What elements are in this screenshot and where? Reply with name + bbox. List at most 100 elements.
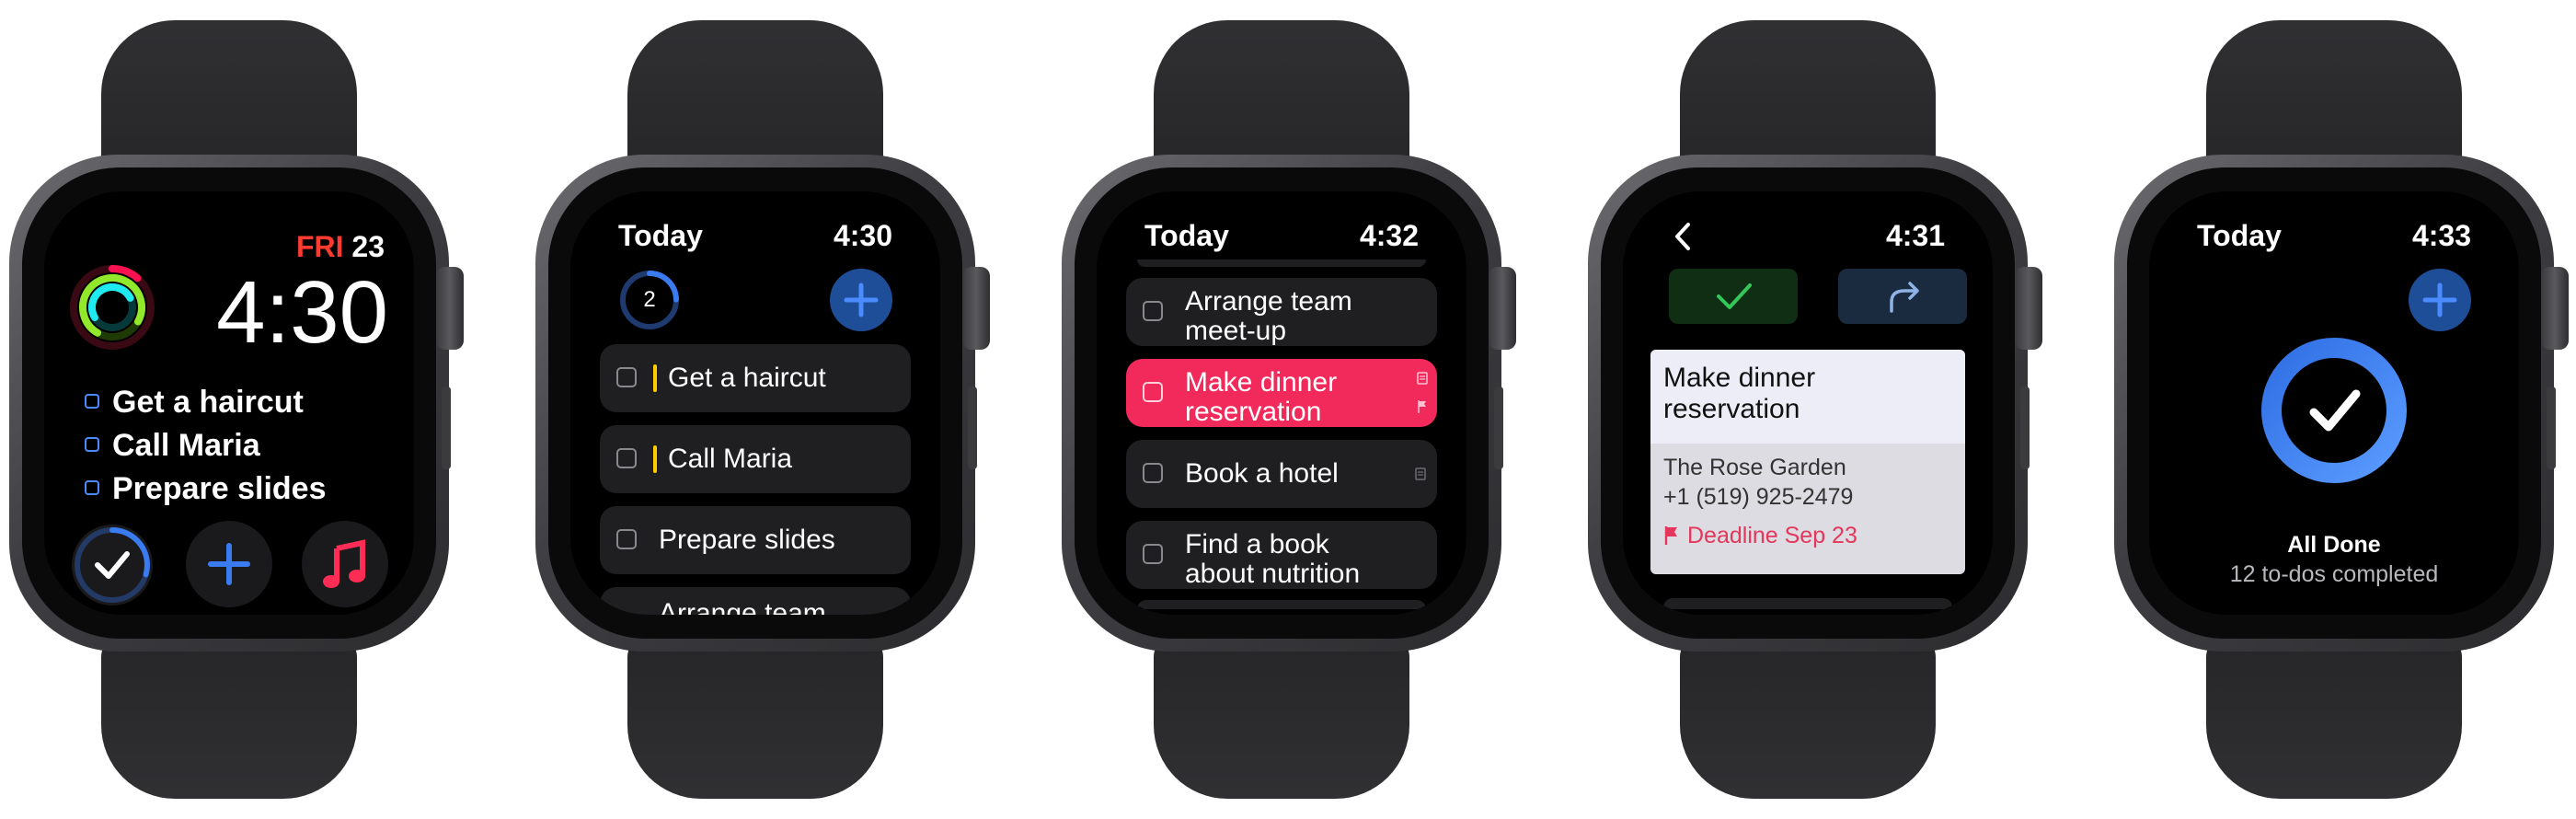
todo-label: Book a hotel xyxy=(1185,458,1339,489)
all-done-screen: Today 4:33 All Done 12 to-dos completed xyxy=(2149,191,2519,615)
side-button[interactable] xyxy=(2020,386,2030,469)
digital-crown[interactable] xyxy=(436,267,464,350)
task-card[interactable]: Make dinner reservation The Rose Garden … xyxy=(1650,350,1965,574)
deadline-flag-icon xyxy=(1664,526,1677,545)
todo-row[interactable]: Get a haircut xyxy=(600,344,911,412)
watch-band-top xyxy=(101,20,357,177)
todo-label: Get a haircut xyxy=(668,363,826,393)
todo-row[interactable]: Book a hotel xyxy=(1126,440,1437,508)
todo-checkbox[interactable] xyxy=(616,529,637,549)
status-time: 4:32 xyxy=(1359,219,1419,252)
task-bullet-icon xyxy=(85,394,99,409)
today-list-screen: Today 4:30 2 Get a haircut Call Maria Pr… xyxy=(570,191,940,615)
task-line: Get a haircut xyxy=(85,385,379,421)
screen-title: Today xyxy=(1144,219,1229,252)
todo-checkbox[interactable] xyxy=(1143,382,1163,402)
scrolled-list-screen: Today 4:32 Arrange team meet-up Make din… xyxy=(1097,191,1466,615)
todo-label: Make dinner reservation xyxy=(1185,367,1338,427)
date-number: 23 xyxy=(351,230,385,263)
weekday-label: FRI xyxy=(295,230,344,263)
music-complication[interactable] xyxy=(302,521,388,607)
task-label: Get a haircut xyxy=(112,385,304,420)
side-button[interactable] xyxy=(968,386,977,469)
watch-band-bottom xyxy=(101,635,357,799)
all-done-subtitle: 12 to-dos completed xyxy=(2229,561,2439,587)
todo-label: Arrange team meet-up xyxy=(1185,286,1352,346)
task-line: Call Maria xyxy=(85,428,379,465)
all-done-device: Today 4:33 All Done 12 to-dos completed xyxy=(2105,0,2569,819)
today-indicator xyxy=(653,445,657,473)
todo-label: Prepare slides xyxy=(659,525,835,555)
task-notes-line: The Rose Garden xyxy=(1663,455,1846,480)
todo-checkbox[interactable] xyxy=(1143,301,1163,321)
music-note-icon xyxy=(323,539,365,588)
todo-label: Arrange team xyxy=(659,598,826,616)
move-button[interactable] xyxy=(1838,269,1967,324)
progress-count: 2 xyxy=(643,287,656,312)
todo-checkbox[interactable] xyxy=(616,448,637,468)
todo-checkbox[interactable] xyxy=(1143,544,1163,564)
today-indicator xyxy=(653,364,657,392)
list-edge xyxy=(1137,600,1426,609)
all-done-title: All Done xyxy=(2287,532,2381,558)
digital-crown[interactable] xyxy=(2015,267,2042,350)
digital-crown[interactable] xyxy=(2541,267,2569,350)
todo-label: Find a book about nutrition xyxy=(1185,529,1361,589)
status-time: 4:31 xyxy=(1885,219,1945,252)
todo-row[interactable]: Prepare slides xyxy=(600,506,911,574)
list-edge xyxy=(1137,260,1426,267)
todo-label: Call Maria xyxy=(668,444,793,474)
todo-row[interactable]: Arrange team meet-up xyxy=(1126,278,1437,346)
date-display: FRI 23 xyxy=(296,230,385,264)
forward-arrow-icon xyxy=(1890,282,1919,313)
add-complication[interactable] xyxy=(186,521,272,607)
screen-title: Today xyxy=(618,219,703,252)
side-button[interactable] xyxy=(1494,386,1503,469)
todo-row[interactable]: Find a book about nutrition xyxy=(1126,521,1437,589)
watch-face-screen: FRI 23 4:30 Get a haircut Call Maria Pre… xyxy=(44,191,414,615)
add-todo-button[interactable] xyxy=(2409,269,2471,331)
scrolled-list-device: Today 4:32 Arrange team meet-up Make din… xyxy=(1052,0,1516,819)
task-detail-device: 4:31 Make dinner reservation The Rose Ga… xyxy=(1579,0,2042,819)
task-notes-phone: +1 (519) 925-2479 xyxy=(1663,484,1854,510)
task-title: Make dinner reservation xyxy=(1663,363,1816,424)
deadline-flag-icon xyxy=(1418,400,1426,413)
task-label: Prepare slides xyxy=(112,471,327,506)
task-detail-screen: 4:31 Make dinner reservation The Rose Ga… xyxy=(1623,191,1993,615)
status-time: 4:33 xyxy=(2411,219,2471,252)
plus-icon xyxy=(844,283,879,317)
notes-icon xyxy=(1417,372,1428,385)
list-edge xyxy=(1663,598,1952,609)
todo-row[interactable]: Call Maria xyxy=(600,425,911,493)
deadline-label: Deadline Sep 23 xyxy=(1687,523,1857,548)
add-todo-button[interactable] xyxy=(830,269,892,331)
task-label: Call Maria xyxy=(112,428,260,463)
task-bullet-icon xyxy=(85,437,99,452)
completion-ring-icon xyxy=(2261,338,2407,483)
checkmark-icon xyxy=(1717,283,1752,309)
progress-badge[interactable]: 2 xyxy=(618,269,681,331)
digital-crown[interactable] xyxy=(962,267,990,350)
watch-face-device: FRI 23 4:30 Get a haircut Call Maria Pre… xyxy=(0,0,464,819)
todo-row[interactable]: Arrange team xyxy=(600,587,911,615)
notes-icon xyxy=(1415,467,1426,480)
progress-check-complication[interactable] xyxy=(68,521,156,609)
side-button[interactable] xyxy=(442,386,451,469)
plus-icon xyxy=(2422,283,2457,317)
task-bullet-icon xyxy=(85,480,99,495)
plus-icon xyxy=(208,543,250,585)
screen-title: Today xyxy=(2197,219,2282,252)
todo-row-selected[interactable]: Make dinner reservation xyxy=(1126,359,1437,427)
task-card-header: Make dinner reservation xyxy=(1650,350,1965,444)
todo-checkbox[interactable] xyxy=(616,367,637,387)
today-list-device: Today 4:30 2 Get a haircut Call Maria Pr… xyxy=(526,0,990,819)
status-time: 4:30 xyxy=(833,219,892,252)
side-button[interactable] xyxy=(2547,386,2556,469)
back-chevron-icon[interactable] xyxy=(1673,221,1693,252)
clock-time: 4:30 xyxy=(216,263,388,362)
activity-rings-icon[interactable] xyxy=(68,263,156,352)
task-line: Prepare slides xyxy=(85,471,379,508)
digital-crown[interactable] xyxy=(1489,267,1516,350)
todo-checkbox[interactable] xyxy=(1143,463,1163,483)
complete-button[interactable] xyxy=(1669,269,1798,324)
